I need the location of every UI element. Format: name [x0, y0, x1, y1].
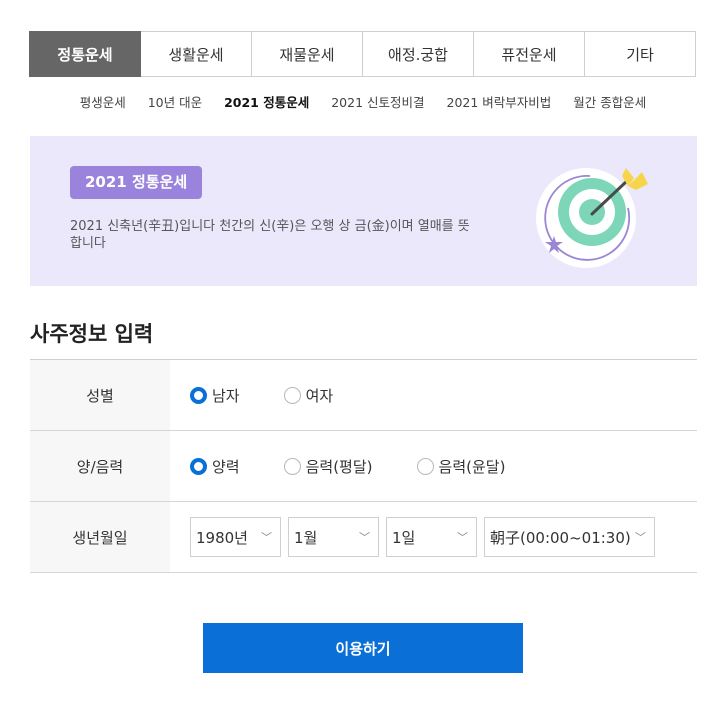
tab-fusion[interactable]: 퓨전운세: [474, 31, 585, 77]
month-select-value: 1월: [294, 528, 318, 547]
gender-label: 성별: [30, 360, 170, 430]
subnav-item-rich[interactable]: 2021 벼락부자비법: [447, 92, 552, 111]
radio-male-label: 남자: [212, 386, 240, 405]
subnav-item-lifetime[interactable]: 평생운세: [80, 92, 126, 111]
radio-lunar[interactable]: 음력(평달): [283, 456, 373, 477]
radio-solar-label: 양력: [212, 457, 240, 476]
radio-unselected-icon: [283, 386, 301, 404]
submit-button[interactable]: 이용하기: [203, 623, 523, 673]
calendar-label: 양/음력: [30, 431, 170, 501]
year-select[interactable]: 1980년 ﹀: [190, 517, 281, 557]
radio-lunar-leap[interactable]: 음력(윤달): [416, 456, 506, 477]
radio-lunar-leap-label: 음력(윤달): [438, 457, 506, 476]
chevron-down-icon: ﹀: [359, 531, 370, 544]
chevron-down-icon: ﹀: [261, 531, 272, 544]
day-select-value: 1일: [392, 528, 416, 547]
year-select-value: 1980년: [196, 528, 248, 547]
radio-male[interactable]: 남자: [190, 385, 240, 406]
tab-life[interactable]: 생활운세: [141, 31, 252, 77]
radio-female[interactable]: 여자: [283, 385, 334, 406]
subnav-item-10year[interactable]: 10년 대운: [148, 92, 202, 111]
subnav-item-tojeong[interactable]: 2021 신토정비결: [331, 92, 424, 111]
banner-description: 2021 신축년(辛丑)입니다 천간의 신(辛)은 오행 상 금(金)이며 열매…: [70, 219, 470, 251]
section-title: 사주정보 입력: [30, 322, 154, 346]
subnav-item-2021-jeongtong[interactable]: 2021 정통운세: [224, 92, 309, 111]
tab-wealth[interactable]: 재물운세: [252, 31, 363, 77]
day-select[interactable]: 1일 ﹀: [386, 517, 477, 557]
tab-jeongtong[interactable]: 정통운세: [29, 31, 141, 77]
birthdate-label: 생년월일: [30, 502, 170, 572]
row-calendar: 양/음력 양력 음력(평달) 음력(윤달): [30, 431, 697, 502]
radio-unselected-icon: [416, 457, 434, 475]
banner-badge: 2021 정통운세: [70, 166, 203, 199]
subnav-item-monthly[interactable]: 월간 종합운세: [573, 92, 646, 111]
time-select[interactable]: 朝子(00:00~01:30) ﹀: [484, 517, 655, 557]
row-gender: 성별 남자 여자: [30, 360, 697, 431]
main-tabs: 정통운세 생활운세 재물운세 애정.궁합 퓨전운세 기타: [29, 31, 696, 77]
radio-lunar-label: 음력(평달): [305, 457, 373, 476]
radio-selected-icon: [190, 457, 207, 475]
chevron-down-icon: ﹀: [635, 531, 646, 544]
month-select[interactable]: 1월 ﹀: [288, 517, 379, 557]
tab-etc[interactable]: 기타: [585, 31, 696, 77]
radio-solar[interactable]: 양력: [190, 456, 240, 477]
tab-love[interactable]: 애정.궁합: [363, 31, 474, 77]
fortune-banner: 2021 정통운세 2021 신축년(辛丑)입니다 천간의 신(辛)은 오행 상…: [30, 136, 697, 286]
target-arrow-icon: [536, 168, 648, 268]
time-select-value: 朝子(00:00~01:30): [490, 528, 631, 547]
sub-navigation: 평생운세 10년 대운 2021 정통운세 2021 신토정비결 2021 벼락…: [0, 92, 726, 111]
chevron-down-icon: ﹀: [457, 531, 468, 544]
row-birthdate: 생년월일 1980년 ﹀ 1월 ﹀ 1일 ﹀ 朝子(00:00~01:30) ﹀: [30, 502, 697, 573]
radio-female-label: 여자: [305, 386, 334, 405]
radio-unselected-icon: [283, 457, 301, 475]
radio-selected-icon: [190, 386, 207, 404]
saju-form: 성별 남자 여자 양/음력 양력 음력(평달) 음력(윤달) 생년월일 1980…: [30, 359, 697, 573]
